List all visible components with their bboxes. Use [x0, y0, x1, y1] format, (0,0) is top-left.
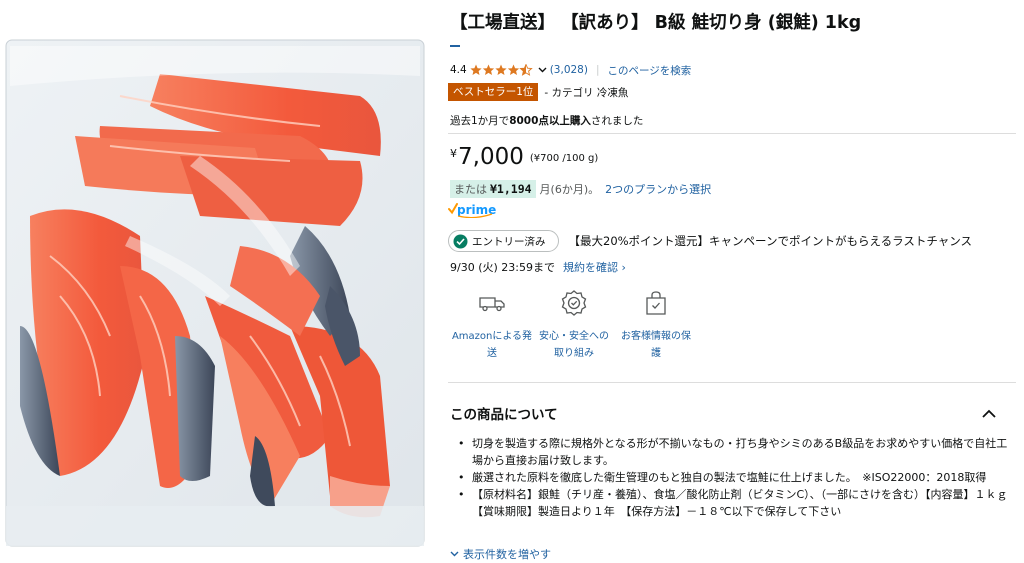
- about-bullets: 切身を製造する際に規格外となる形が不揃いなもの・打ち身やシミのあるB級品をお求め…: [458, 435, 1018, 520]
- chevron-up-icon[interactable]: [981, 404, 997, 423]
- campaign-row: エントリー済み 【最大20%ポイント還元】キャンペーンでポイントがもらえるラスト…: [448, 230, 972, 252]
- installment-highlight: または ¥1,194: [450, 180, 536, 198]
- campaign-deadline: 9/30 (火) 23:59まで 規約を確認 ›: [450, 259, 626, 275]
- purchase-count-text: 過去1か月で8000点以上購入されました: [450, 113, 643, 128]
- feature-line2: 取り組み: [554, 348, 594, 359]
- entry-label: エントリー済み: [472, 235, 546, 248]
- list-item: 切身を製造する際に規格外となる形が不揃いなもの・打ち身やシミのあるB級品をお求め…: [458, 435, 1014, 469]
- search-page-link[interactable]: このページを検索: [608, 63, 692, 78]
- feature-amazon-shipping[interactable]: Amazonによる発 送: [448, 284, 536, 362]
- bought-suffix: されました: [590, 115, 644, 127]
- star-rating-icon[interactable]: [470, 64, 534, 76]
- divider: [448, 382, 1016, 383]
- installment-amount: ¥1,194: [490, 182, 532, 196]
- review-count-link[interactable]: (3,028): [550, 64, 588, 76]
- rating-row: 4.4 (3,028) | このページを検索: [450, 62, 691, 78]
- bought-prefix: 過去1か月で: [450, 115, 510, 127]
- price-block: ¥ 7,000 (¥700 /100 g): [450, 143, 598, 171]
- installment-plans-link[interactable]: 2つのプランから選択: [605, 181, 711, 197]
- list-item: 厳選された原料を徹底した衛生管理のもと独自の製法で塩鮭に仕上げました。 ※ISO…: [458, 469, 1014, 486]
- trust-features: Amazonによる発 送 安心・安全への 取り組み お客様情報の保 護: [448, 284, 1016, 368]
- divider: [448, 133, 1016, 134]
- divider: |: [595, 64, 600, 76]
- check-circle-icon: [453, 234, 468, 248]
- product-title: 【工場直送】 【訳あり】 B級 鮭切り身 (銀鮭) 1kg: [450, 13, 862, 33]
- feature-line1: 安心・安全への: [539, 331, 609, 342]
- prime-check-icon: prime: [448, 203, 496, 218]
- product-image[interactable]: [0, 36, 430, 548]
- unit-price: (¥700 /100 g): [529, 153, 599, 164]
- bestseller-row: ベストセラー1位 - カテゴリ 冷凍魚: [448, 83, 628, 101]
- feature-line2: 護: [651, 348, 661, 359]
- product-details: 【工場直送】 【訳あり】 B級 鮭切り身 (銀鮭) 1kg 4.4 (3,028…: [448, 0, 1018, 563]
- feature-safety[interactable]: 安心・安全への 取り組み: [530, 284, 618, 362]
- price-value: 7,000: [458, 144, 524, 170]
- feature-line1: Amazonによる発: [451, 331, 533, 342]
- feature-line2: 送: [487, 348, 497, 359]
- delivery-truck-icon: [477, 288, 507, 318]
- about-section-title: この商品について: [450, 407, 558, 423]
- installment-row: または ¥1,194 月(6か月)。 2つのプランから選択: [450, 180, 711, 198]
- secure-bag-icon: [641, 288, 671, 318]
- installment-or: または: [454, 183, 487, 196]
- rating-value: 4.4: [450, 64, 467, 76]
- show-more-label: 表示件数を増やす: [463, 548, 551, 561]
- entry-status-button[interactable]: エントリー済み: [448, 230, 559, 252]
- deadline-text: 9/30 (火) 23:59まで: [450, 261, 555, 274]
- bestseller-badge[interactable]: ベストセラー1位: [448, 83, 539, 101]
- bought-bold: 8000点以上購入: [509, 115, 591, 127]
- bestseller-category[interactable]: - カテゴリ 冷凍魚: [544, 85, 628, 100]
- brand-link[interactable]: [450, 45, 460, 47]
- campaign-text: 【最大20%ポイント還元】キャンペーンでポイントがもらえるラストチャンス: [568, 234, 973, 248]
- safety-badge-icon: [559, 288, 589, 318]
- terms-link[interactable]: 規約を確認 ›: [563, 259, 626, 275]
- prime-logo: prime: [448, 201, 496, 219]
- price-symbol: ¥: [450, 147, 457, 160]
- installment-term: 月(6か月)。: [539, 183, 600, 196]
- feature-privacy[interactable]: お客様情報の保 護: [612, 284, 700, 362]
- salmon-package-image: [5, 39, 425, 547]
- chevron-down-icon[interactable]: [538, 64, 547, 76]
- show-more-link[interactable]: 表示件数を増やす: [450, 546, 551, 562]
- chevron-down-icon: [450, 551, 459, 557]
- feature-line1: お客様情報の保: [621, 331, 691, 342]
- list-item: 【原材料名】銀鮭（チリ産・養殖）、食塩／酸化防止剤（ビタミンC）、（一部にさけを…: [458, 486, 1018, 520]
